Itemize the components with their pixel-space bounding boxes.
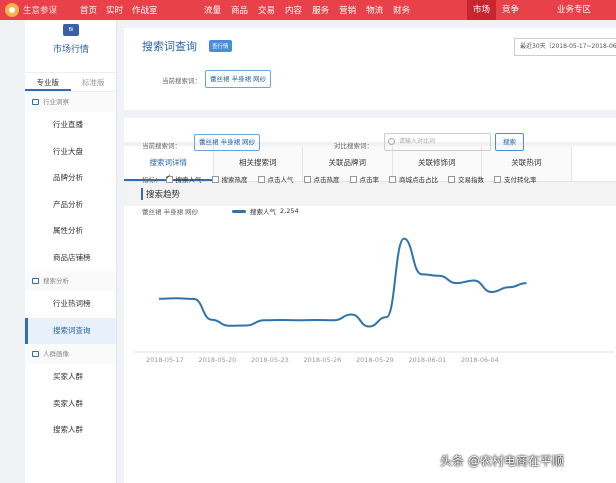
section-title: 搜索趋势 [146,190,181,200]
nav-item-business-zone[interactable]: 业务专区 [551,0,597,20]
checkbox[interactable] [257,175,265,183]
current-word-chip[interactable]: 蕾丝裙 半身裙 网纱 [194,134,261,151]
current-query-chip[interactable]: 蕾丝裙 半身裙 网纱 [205,70,272,88]
version-tabs: 专业版 标准版 [25,72,116,92]
nav-item-logistics[interactable]: 物流 [366,4,383,16]
x-tick-label: 2018-05-17 [146,356,184,364]
chart-legend[interactable]: 搜索人气 2,254 [232,206,299,216]
nav-item-trade[interactable]: 交易 [258,4,275,16]
metric-search-popularity[interactable]: 搜索人气 [165,173,202,184]
legend-swatch [232,209,246,213]
sidebar-item-shop-ranking[interactable]: 商品店铺榜 [25,245,116,272]
metric-click-rate[interactable]: 点击率 [349,174,379,184]
sidebar-section-persona: 人群画像 [25,344,116,364]
sidebar-title: 市场行情 [52,45,89,55]
nav-item-finance[interactable]: 财务 [393,4,410,16]
tab-standard-version[interactable]: 标准版 [71,73,117,91]
section-icon [32,99,39,105]
checkbox[interactable] [494,175,501,183]
search-button[interactable]: 搜索 [495,133,524,151]
sidebar-section-title: 行业洞察 [43,98,69,106]
nav-left-group: 首页 实时 作战室 [80,4,167,16]
compare-word-input[interactable]: 请输入对比词 [384,133,491,151]
sidebar-section-industry: 行业洞察 [25,92,116,112]
sidebar-item-hot-words[interactable]: 行业热词榜 [25,291,116,318]
trend-chart: 2018-05-17 2018-05-20 2018-05-23 2018-05-26… [124,218,616,365]
metric-pay-conversion[interactable]: 支付转化率 [494,174,537,184]
page-title: 搜索词查询 [142,40,197,53]
nav-item-product[interactable]: 商品 [231,4,248,16]
sidebar: Bi 市场行情 专业版 标准版 行业洞察 行业直播 行业大盘 品牌分析 产品分析… [25,20,117,483]
sidebar-item-attribute-analysis[interactable]: 属性分析 [25,218,116,245]
top-nav: 生意参谋 首页 实时 作战室 流量 商品 交易 内容 服务 营销 物流 财务 市… [0,0,616,20]
sidebar-item-product-analysis[interactable]: 产品分析 [25,192,116,219]
main-content: 搜索词查询 查行情 最近30天（2018-05-17~2018-06-15） 当… [124,28,616,483]
search-icon [388,138,395,145]
header-card: 搜索词查询 查行情 最近30天（2018-05-17~2018-06-15） 当… [124,28,616,110]
checkbox[interactable] [448,175,455,183]
logo-icon [5,3,19,17]
checkbox[interactable] [211,175,219,183]
nav-item-competition[interactable]: 竞争 [496,0,525,20]
current-query-label: 当前搜索词： [162,77,201,85]
nav-item-war-room[interactable]: 作战室 [132,4,158,16]
chart-keyword: 蕾丝裙 半身裙 网纱 [142,208,199,216]
title-tag-badge: 查行情 [209,40,232,52]
nav-item-traffic[interactable]: 流量 [204,4,221,16]
checkbox[interactable] [303,175,311,183]
nav-item-content[interactable]: 内容 [285,4,302,16]
x-tick-label: 2018-05-23 [251,356,289,364]
sidebar-section-title: 人群画像 [43,350,69,358]
legend-series-value: 2,254 [280,207,299,215]
sidebar-item-seller-persona[interactable]: 卖家人群 [25,391,116,418]
compare-placeholder: 请输入对比词 [399,138,436,145]
brand-logo[interactable]: 生意参谋 [0,3,80,17]
metric-mall-click-share[interactable]: 商城点击占比 [389,174,438,184]
sidebar-item-industry-live[interactable]: 行业直播 [25,112,116,139]
brand-name: 生意参谋 [23,6,58,16]
sidebar-item-buyer-persona[interactable]: 买家人群 [25,364,116,391]
section-header: 搜索趋势 [124,182,616,206]
checkbox[interactable] [349,175,357,183]
nav-item-service[interactable]: 服务 [312,4,329,16]
section-marker [141,188,143,200]
section-icon [32,351,39,357]
legend-series-name: 搜索人气 [250,208,276,216]
watermark: 头条 @农村电商在平顺 [440,454,564,468]
metric-search-heat[interactable]: 搜索热度 [211,174,248,184]
tab-pro-version[interactable]: 专业版 [25,73,71,91]
trend-chart-svg: 2018-05-17 2018-05-20 2018-05-23 2018-05-26… [134,237,614,364]
checkbox[interactable] [389,175,396,183]
checkbox-checked[interactable] [165,173,173,183]
current-word-label: 当前搜索词： [142,142,181,150]
sidebar-section-title: 搜索分析 [43,277,69,285]
x-tick-label: 2018-05-20 [199,356,237,364]
date-range-select[interactable]: 最近30天（2018-05-17~2018-06-15） [514,38,616,56]
metric-selector: 指标： 搜索人气 搜索热度 点击人气 点击热度 点击率 商城点击占比 交易指数 … [142,173,547,185]
compare-word-label: 对比搜索词： [334,142,373,150]
sidebar-item-search-persona[interactable]: 搜索人群 [25,417,116,444]
nav-right-group: 市场 竞争 业务专区 [467,0,597,20]
series-line-search-popularity[interactable] [158,237,527,328]
nav-item-home[interactable]: 首页 [80,4,97,16]
nav-item-market[interactable]: 市场 [467,0,497,20]
sidebar-header: Bi 市场行情 [25,20,117,72]
metric-trade-index[interactable]: 交易指数 [448,174,484,184]
metric-label: 指标： [142,176,162,184]
sidebar-section-search: 搜索分析 [25,271,116,291]
nav-item-realtime[interactable]: 实时 [106,4,123,16]
x-tick-label: 2018-05-29 [356,356,394,364]
x-tick-label: 2018-06-04 [461,356,499,364]
nav-item-marketing[interactable]: 营销 [339,4,356,16]
metric-click-heat[interactable]: 点击热度 [303,174,340,184]
x-tick-label: 2018-06-01 [409,356,447,364]
nav-mid-group: 流量 商品 交易 内容 服务 营销 物流 财务 [204,0,420,20]
section-icon [32,278,39,284]
x-tick-label: 2018-05-26 [304,356,342,364]
sidebar-item-search-query[interactable]: 搜索词查询 [25,317,116,344]
bi-badge-icon: Bi [63,24,79,36]
sidebar-item-industry-overview[interactable]: 行业大盘 [25,139,116,166]
sidebar-item-brand-analysis[interactable]: 品牌分析 [25,165,116,192]
metric-click-popularity[interactable]: 点击人气 [257,174,294,184]
